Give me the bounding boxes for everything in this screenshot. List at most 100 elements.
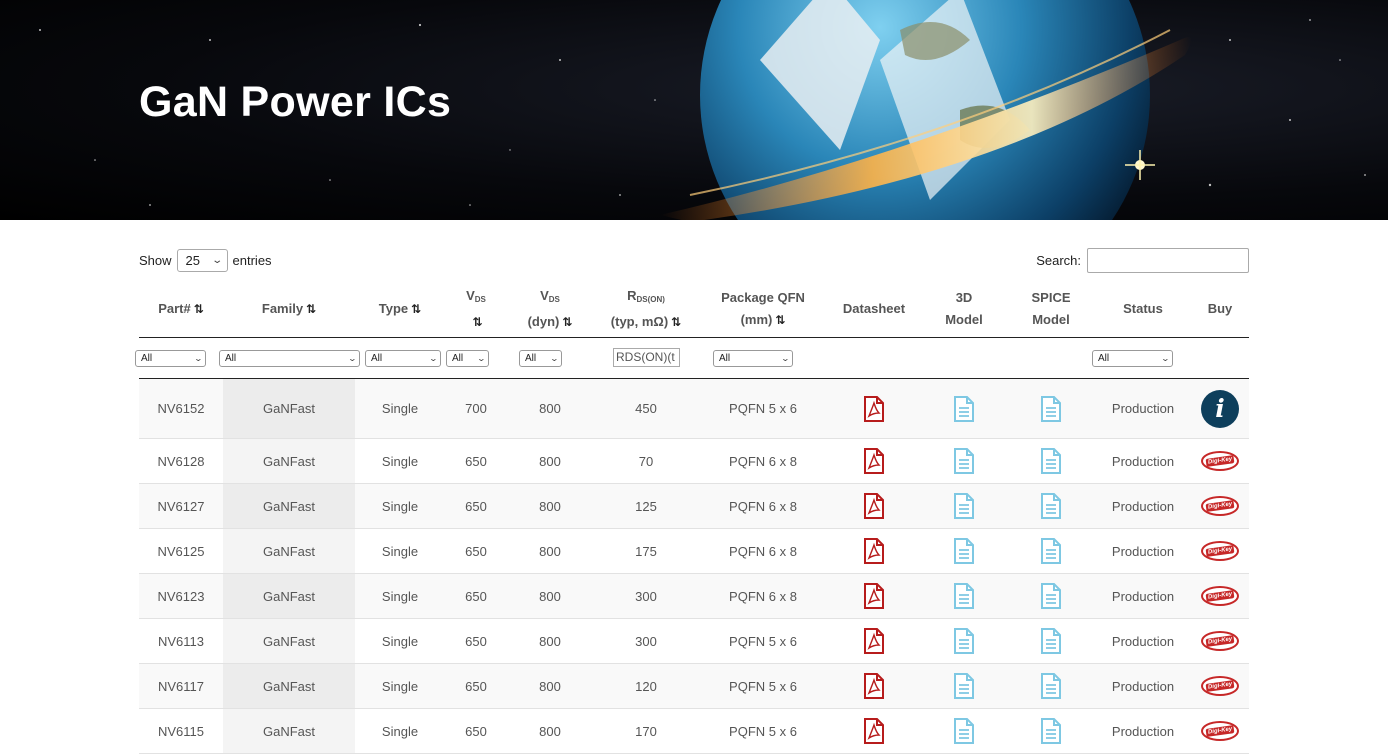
cell-type: Single (381, 633, 419, 649)
3d-model-link[interactable] (921, 619, 1007, 663)
col-type[interactable]: Type ⇅ (355, 280, 445, 338)
buy-link[interactable]: Digi-Key (1191, 574, 1249, 618)
entries-label: entries (232, 252, 272, 268)
col-3d-model: 3D Model (921, 280, 1007, 338)
spice-model-link[interactable] (1007, 619, 1095, 663)
filter-family-select[interactable]: All ⌄ (219, 350, 360, 367)
spice-model-link[interactable] (1007, 439, 1095, 483)
search-control: Search: (1036, 248, 1249, 273)
search-input[interactable] (1087, 248, 1249, 273)
cell-part: NV6117 (157, 678, 204, 694)
filter-status-select[interactable]: All ⌄ (1092, 350, 1173, 367)
page-title: GaN Power ICs (139, 78, 452, 126)
3d-model-link[interactable] (921, 664, 1007, 708)
filter-package-select[interactable]: All ⌄ (713, 350, 793, 367)
filter-family-value: All (225, 353, 237, 364)
cell-part: NV6152 (157, 401, 205, 416)
cell-vds: 700 (465, 401, 487, 416)
col-vds-dyn[interactable]: VDS (dyn) ⇅ (507, 280, 593, 338)
col-vdsdyn-sub: DS (548, 295, 560, 304)
pdf-icon (864, 673, 884, 699)
filter-vdsdyn-select[interactable]: All ⌄ (519, 350, 562, 367)
cell-part: NV6123 (157, 588, 205, 604)
col-family[interactable]: Family ⇅ (223, 280, 355, 338)
col-spice-line1: SPICE (1031, 290, 1071, 305)
sort-icon: ⇅ (306, 302, 317, 316)
filter-type-value: All (371, 353, 383, 364)
chevron-down-icon: ⌄ (1160, 354, 1171, 363)
sort-icon: ⇅ (472, 315, 483, 329)
filter-vds-select[interactable]: All ⌄ (446, 350, 489, 367)
digikey-text: Digi-Key (1205, 500, 1235, 512)
document-icon (1041, 673, 1061, 699)
cell-rds: 175 (635, 543, 657, 559)
cell-pkg: PQFN 6 x 8 (729, 543, 797, 559)
spice-model-link[interactable] (1007, 709, 1095, 753)
spice-model-link[interactable] (1007, 484, 1095, 528)
filter-rds-input[interactable]: RDS(ON)(t (613, 348, 680, 367)
3d-model-link[interactable] (921, 574, 1007, 618)
cell-rds: 300 (635, 588, 657, 604)
cell-type: Single (381, 453, 419, 469)
col-family-label: Family (261, 301, 304, 316)
datasheet-link[interactable] (827, 379, 921, 438)
datasheet-link[interactable] (827, 529, 921, 573)
buy-link[interactable]: Digi-Key (1191, 664, 1249, 708)
col-spice-model: SPICE Model (1007, 280, 1095, 338)
filter-part-select[interactable]: All ⌄ (135, 350, 206, 367)
cell-pkg: PQFN 6 x 8 (729, 588, 797, 604)
datasheet-link[interactable] (827, 439, 921, 483)
buy-link[interactable]: Digi-Key (1191, 709, 1249, 753)
cell-rds: 170 (635, 723, 657, 739)
info-icon: i (1201, 389, 1239, 428)
3d-model-link[interactable] (921, 484, 1007, 528)
datasheet-link[interactable] (827, 709, 921, 753)
datasheet-link[interactable] (827, 484, 921, 528)
cell-vds: 650 (465, 723, 487, 739)
buy-link[interactable]: i (1191, 379, 1249, 438)
spice-model-link[interactable] (1007, 574, 1095, 618)
col-status: Status (1095, 280, 1191, 338)
col-package[interactable]: Package QFN (mm) ⇅ (699, 280, 827, 338)
document-icon (1041, 493, 1061, 519)
cell-type: Single (381, 498, 419, 514)
pdf-icon (864, 628, 884, 654)
cell-pkg: PQFN 5 x 6 (729, 723, 797, 739)
col-part[interactable]: Part# ⇅ (139, 280, 223, 338)
spice-model-link[interactable] (1007, 529, 1095, 573)
hero-banner: GaN Power ICs (0, 0, 1388, 220)
document-icon (954, 448, 974, 474)
3d-model-link[interactable] (921, 529, 1007, 573)
col-rds-line2: (typ, mΩ) (610, 314, 669, 329)
buy-link[interactable]: Digi-Key (1191, 529, 1249, 573)
3d-model-link[interactable] (921, 379, 1007, 438)
cell-pkg: PQFN 5 x 6 (729, 633, 797, 649)
filter-type-select[interactable]: All ⌄ (365, 350, 441, 367)
3d-model-link[interactable] (921, 709, 1007, 753)
chevron-down-icon: ⌄ (347, 354, 358, 363)
cell-pkg: PQFN 5 x 6 (729, 678, 797, 694)
document-icon (1041, 583, 1061, 609)
cell-vdsdyn: 800 (539, 543, 561, 559)
digikey-text: Digi-Key (1205, 635, 1235, 647)
document-icon (1041, 448, 1061, 474)
spice-model-link[interactable] (1007, 664, 1095, 708)
datasheet-link[interactable] (827, 574, 921, 618)
col-vds[interactable]: VDS ⇅ (445, 280, 507, 338)
3d-model-link[interactable] (921, 439, 1007, 483)
col-3d-line2: Model (945, 312, 983, 327)
page-length-select[interactable]: 25 ⌄ (176, 248, 228, 272)
table-row: NV6152 GaNFast Single 700 800 450 PQFN 5 x 6 Pr… (139, 379, 1249, 439)
cell-status: Production (1111, 633, 1175, 649)
pdf-icon (864, 448, 884, 474)
buy-link[interactable]: Digi-Key (1191, 484, 1249, 528)
buy-link[interactable]: Digi-Key (1191, 439, 1249, 483)
datasheet-link[interactable] (827, 664, 921, 708)
spice-model-link[interactable] (1007, 379, 1095, 438)
col-type-label: Type (378, 301, 409, 316)
col-rds-on[interactable]: RDS(ON) (typ, mΩ) ⇅ (593, 280, 699, 338)
datasheet-link[interactable] (827, 619, 921, 663)
buy-link[interactable]: Digi-Key (1191, 619, 1249, 663)
cell-vds: 650 (465, 453, 487, 469)
col-vds-label: V (466, 288, 475, 303)
